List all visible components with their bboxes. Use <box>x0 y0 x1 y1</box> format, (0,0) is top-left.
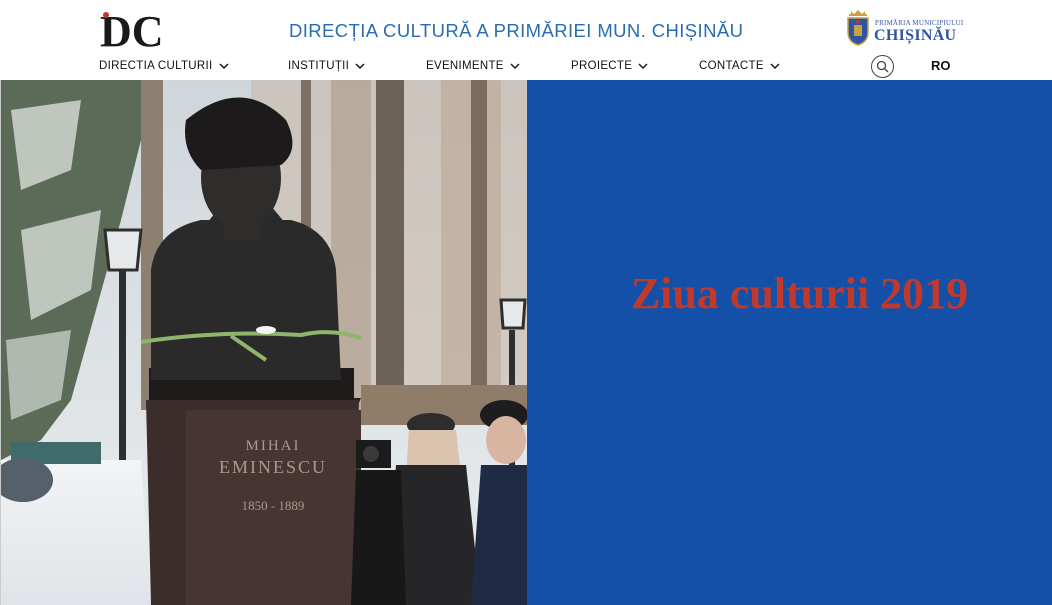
nav-contacte[interactable]: CONTACTE <box>699 60 780 72</box>
chevron-down-icon <box>770 63 780 69</box>
statue-name-line2: EMINESCU <box>219 457 327 477</box>
city-logo-caption: PRIMĂRIA MUNICIPIULUI <box>875 19 964 27</box>
nav-label: INSTITUȚII <box>288 60 350 72</box>
dc-logo-text: DC <box>100 7 164 52</box>
city-hall-logo[interactable]: PRIMĂRIA MUNICIPIULUI CHIȘINĂU <box>845 10 963 50</box>
nav-proiecte[interactable]: PROIECTE <box>571 60 648 72</box>
announcement-headline[interactable]: Ziua culturii 2019 <box>527 268 1052 319</box>
nav-institutii[interactable]: INSTITUȚII <box>288 60 365 72</box>
dc-logo[interactable]: DC <box>98 6 164 52</box>
site-header: DC DIRECȚIA CULTURĂ A PRIMĂRIEI MUN. CHI… <box>0 0 1052 80</box>
nav-label: CONTACTE <box>699 60 764 72</box>
chevron-down-icon <box>355 63 365 69</box>
chevron-down-icon <box>219 63 229 69</box>
nav-label: EVENIMENTE <box>426 60 504 72</box>
statue-name-line1: MIHAI <box>246 438 301 454</box>
hero-photo: MIHAI EMINESCU 1850 - 1889 <box>0 80 527 605</box>
nav-label: PROIECTE <box>571 60 633 72</box>
announcement-panel: Ziua culturii 2019 <box>527 80 1052 605</box>
nav-evenimente[interactable]: EVENIMENTE <box>426 60 520 72</box>
statue-years: 1850 - 1889 <box>242 498 305 513</box>
search-button[interactable] <box>871 55 894 78</box>
eminescu-bust-image: MIHAI EMINESCU 1850 - 1889 <box>1 80 527 605</box>
search-icon <box>876 60 889 73</box>
language-switcher[interactable]: RO <box>931 58 951 73</box>
coat-of-arms-icon <box>847 10 869 46</box>
chevron-down-icon <box>638 63 648 69</box>
logo-dot <box>103 12 109 18</box>
site-title[interactable]: DIRECȚIA CULTURĂ A PRIMĂRIEI MUN. CHIȘIN… <box>289 20 743 42</box>
chevron-down-icon <box>510 63 520 69</box>
nav-label: DIRECTIA CULTURII <box>99 60 213 72</box>
city-logo-name: CHIȘINĂU <box>874 27 957 44</box>
nav-directia-culturii[interactable]: DIRECTIA CULTURII <box>99 60 229 72</box>
